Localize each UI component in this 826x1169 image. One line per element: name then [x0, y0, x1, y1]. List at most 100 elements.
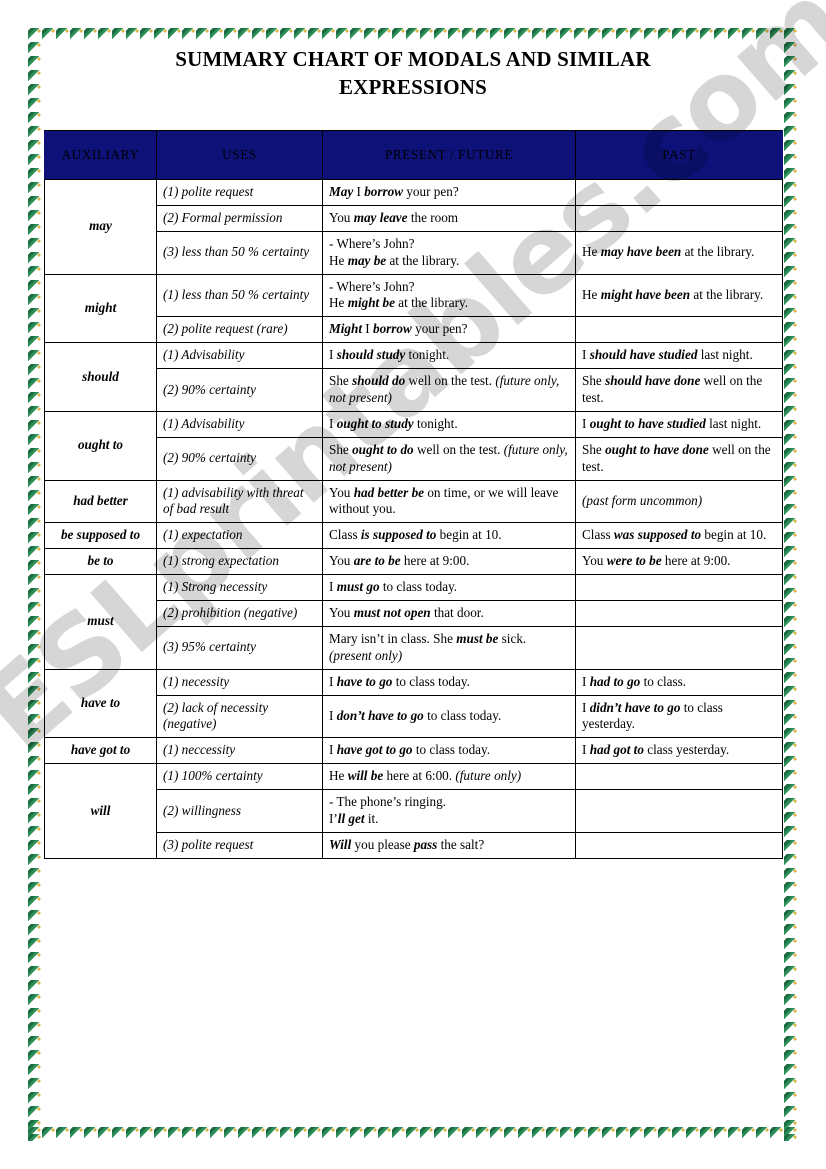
use-cell: (3) polite request	[156, 831, 323, 859]
present-future-cell: Class is supposed to begin at 10.	[322, 522, 576, 550]
auxiliary-cell: be to	[44, 548, 157, 576]
use-cell: (1) Advisability	[156, 342, 323, 370]
border-right-edge	[784, 28, 798, 1141]
past-cell	[575, 179, 783, 206]
present-future-cell: - Where’s John? He may be at the library.	[322, 230, 576, 275]
present-future-cell: I should study tonight.	[322, 342, 576, 370]
auxiliary-cell: have got to	[44, 737, 157, 765]
present-future-cell: You had better be on time, or we will le…	[322, 479, 576, 524]
present-future-cell: She should do well on the test. (future …	[322, 368, 576, 412]
use-cell: (2) willingness	[156, 789, 323, 833]
table-row: might (1) less than 50 % certainty - Where…	[44, 273, 783, 344]
header-row: AUXILIARY USES PRESENT / FUTURE PAST	[44, 130, 783, 180]
present-future-cell: Mary isn’t in class. She must be sick. (…	[322, 625, 576, 670]
past-cell: You were to be here at 9:00.	[575, 548, 783, 576]
use-cell: (3) 95% certainty	[156, 625, 323, 670]
table-row: be to (1) strong expectation You are to be…	[44, 548, 783, 576]
worksheet-title: SUMMARY CHART OF MODALS AND SIMILAR EXPR…	[52, 46, 774, 101]
past-cell: I didn’t have to go to class yesterday.	[575, 694, 783, 739]
past-cell	[575, 789, 783, 833]
table-row: must (1) Strong necessity I must go to cla…	[44, 574, 783, 670]
past-cell: I had got to class yesterday.	[575, 737, 783, 765]
column-header-past: PAST	[575, 130, 783, 180]
table-row: have to (1) necessity I have to go to clas…	[44, 668, 783, 739]
past-cell: He might have been at the library.	[575, 273, 783, 318]
present-future-cell: I don’t have to go to class today.	[322, 694, 576, 739]
past-cell: I ought to have studied last night.	[575, 410, 783, 438]
border-bottom-edge	[28, 1127, 798, 1141]
title-line-1: SUMMARY CHART OF MODALS AND SIMILAR	[175, 47, 651, 71]
present-future-cell: I must go to class today.	[322, 574, 576, 602]
table-row: be supposed to (1) expectation Class is su…	[44, 522, 783, 550]
present-future-cell: You are to be here at 9:00.	[322, 548, 576, 576]
table-row: had better (1) advisability with threat o…	[44, 479, 783, 524]
auxiliary-cell: ought to	[44, 410, 157, 481]
past-cell: I had to go to class.	[575, 668, 783, 696]
present-future-cell: - The phone’s ringing. I’ll get it.	[322, 789, 576, 833]
auxiliary-cell: might	[44, 273, 157, 344]
present-future-cell: You must not open that door.	[322, 600, 576, 627]
use-cell: (2) lack of necessity (negative)	[156, 694, 323, 739]
present-future-cell: - Where’s John? He might be at the librar…	[322, 273, 576, 318]
use-cell: (2) polite request (rare)	[156, 316, 323, 344]
past-cell: She ought to have done well on the test.	[575, 436, 783, 481]
table-row: will (1) 100% certainty He will be here at…	[44, 763, 783, 859]
past-cell	[575, 316, 783, 344]
present-future-cell: He will be here at 6:00. (future only)	[322, 763, 576, 791]
use-cell: (1) polite request	[156, 179, 323, 206]
auxiliary-cell: will	[44, 763, 157, 859]
border-left-edge	[28, 28, 42, 1141]
present-future-cell: I have got to go to class today.	[322, 737, 576, 765]
use-cell: (1) Advisability	[156, 410, 323, 438]
title-line-2: EXPRESSIONS	[338, 74, 488, 99]
table-head: AUXILIARY USES PRESENT / FUTURE PAST	[44, 130, 783, 180]
use-cell: (1) advisability with threat of bad resu…	[156, 479, 323, 524]
past-cell	[575, 763, 783, 791]
past-cell: She should have done well on the test.	[575, 368, 783, 412]
use-cell: (2) 90% certainty	[156, 368, 323, 412]
use-cell: (1) necessity	[156, 668, 323, 696]
auxiliary-cell: must	[44, 574, 157, 670]
present-future-cell: She ought to do well on the test. (futur…	[322, 436, 576, 481]
use-cell: (1) 100% certainty	[156, 763, 323, 791]
use-cell: (2) 90% certainty	[156, 436, 323, 481]
use-cell: (2) Formal permission	[156, 204, 323, 232]
present-future-cell: Will you please pass the salt?	[322, 831, 576, 859]
past-cell	[575, 204, 783, 232]
use-cell: (1) Strong necessity	[156, 574, 323, 602]
use-cell: (1) less than 50 % certainty	[156, 273, 323, 318]
table-row: should (1) Advisability I should study ton…	[44, 342, 783, 412]
table-row: have got to (1) neccessity I have got to g…	[44, 737, 783, 765]
auxiliary-cell: should	[44, 342, 157, 412]
use-cell: (1) neccessity	[156, 737, 323, 765]
present-future-cell: You may leave the room	[322, 204, 576, 232]
use-cell: (1) expectation	[156, 522, 323, 550]
use-cell: (1) strong expectation	[156, 548, 323, 576]
past-cell: Class was supposed to begin at 10.	[575, 522, 783, 550]
column-header-present-future: PRESENT / FUTURE	[322, 130, 576, 180]
past-cell	[575, 574, 783, 602]
column-header-uses: USES	[156, 130, 323, 180]
auxiliary-cell: have to	[44, 668, 157, 739]
present-future-cell: Might I borrow your pen?	[322, 316, 576, 344]
border-top-edge	[28, 28, 798, 42]
past-cell	[575, 831, 783, 859]
past-cell: He may have been at the library.	[575, 230, 783, 275]
modal-chart-container: AUXILIARY USES PRESENT / FUTURE PAST may…	[44, 130, 783, 859]
present-future-cell: I ought to study tonight.	[322, 410, 576, 438]
present-future-cell: I have to go to class today.	[322, 668, 576, 696]
past-cell	[575, 600, 783, 627]
use-cell: (2) prohibition (negative)	[156, 600, 323, 627]
auxiliary-cell: had better	[44, 479, 157, 524]
table-body: may (1) polite request May I borrow your p…	[44, 179, 783, 859]
table-row: ought to (1) Advisability I ought to study…	[44, 410, 783, 481]
table-row: may (1) polite request May I borrow your p…	[44, 179, 783, 275]
use-cell: (3) less than 50 % certainty	[156, 230, 323, 275]
modal-summary-table: AUXILIARY USES PRESENT / FUTURE PAST may…	[44, 130, 783, 859]
auxiliary-cell: may	[44, 179, 157, 275]
column-header-auxiliary: AUXILIARY	[44, 130, 157, 180]
auxiliary-cell: be supposed to	[44, 522, 157, 550]
past-cell: I should have studied last night.	[575, 342, 783, 370]
past-cell: (past form uncommon)	[575, 479, 783, 524]
past-cell	[575, 625, 783, 670]
